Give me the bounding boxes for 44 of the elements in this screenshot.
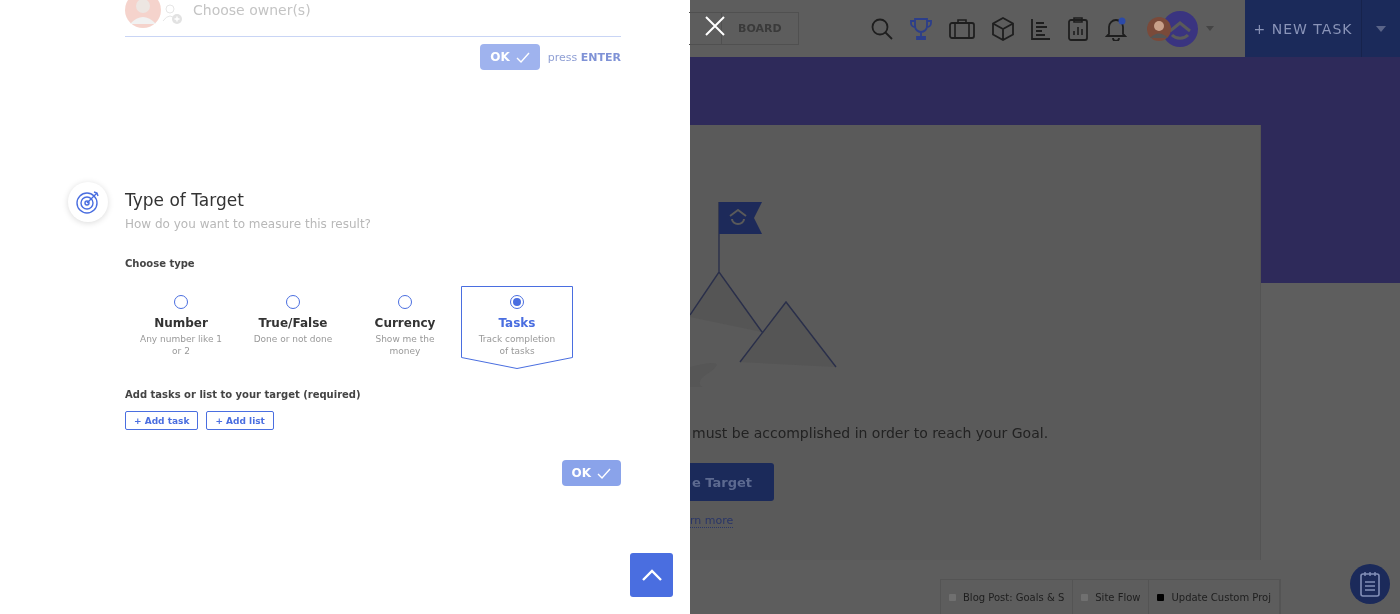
briefcase-icon[interactable] xyxy=(948,18,975,39)
scroll-up-button[interactable] xyxy=(630,553,673,597)
ok-button[interactable]: OK xyxy=(480,44,540,70)
radio-button[interactable] xyxy=(286,295,300,309)
choose-type-label: Choose type xyxy=(125,258,196,269)
add-tasks-label: Add tasks or list to your target (required) xyxy=(125,389,362,400)
bar-chart-icon[interactable] xyxy=(1030,17,1051,40)
task-tab-label: Blog Post: Goals & S xyxy=(963,591,1065,603)
selected-type-option[interactable]: Tasks Track completion of tasks xyxy=(461,286,573,370)
caret-icon[interactable] xyxy=(1205,26,1214,31)
close-icon[interactable] xyxy=(705,16,725,36)
caret-icon xyxy=(1376,25,1386,32)
task-tab-label: Site Flow xyxy=(1095,591,1141,603)
cube-icon[interactable] xyxy=(991,16,1014,41)
create-target-button[interactable]: e Target xyxy=(690,463,775,501)
check-icon xyxy=(597,467,611,479)
task-tab[interactable]: Site Flow xyxy=(1073,580,1150,614)
ok-button[interactable]: OK xyxy=(561,460,621,486)
type-option[interactable]: Currency Show me the money xyxy=(349,286,461,370)
owner-field[interactable]: Choose owner(s) xyxy=(191,1,621,19)
view-tab[interactable] xyxy=(689,12,721,45)
clipboard-chart-icon[interactable] xyxy=(1067,16,1088,41)
radio-button[interactable] xyxy=(174,295,188,309)
add-task-button[interactable]: + Add task xyxy=(125,411,199,430)
task-tab-label: Update Custom Proj xyxy=(1171,591,1271,603)
trophy-icon[interactable] xyxy=(909,16,932,41)
notepad-icon xyxy=(1360,571,1380,597)
check-icon xyxy=(515,51,530,63)
type-option[interactable]: True/False Done or not done xyxy=(237,286,349,370)
notepad-button[interactable] xyxy=(1350,564,1390,604)
enter-hint: press ENTER xyxy=(547,50,621,64)
new-task-button[interactable]: + NEW TASK xyxy=(1245,0,1361,57)
search-icon[interactable] xyxy=(870,17,893,40)
chevron-up-icon xyxy=(640,568,663,582)
add-list-button[interactable]: + Add list xyxy=(206,411,274,430)
section-subtitle: How do you want to measure this result? xyxy=(125,217,372,231)
avatar xyxy=(125,0,161,28)
radio-button[interactable] xyxy=(398,295,412,309)
type-option[interactable]: Number Any number like 1 or 2 xyxy=(125,286,237,370)
task-tab[interactable]: Update Custom Proj xyxy=(1149,580,1280,614)
bell-icon[interactable] xyxy=(1104,16,1127,41)
task-tab[interactable]: Blog Post: Goals & S xyxy=(941,580,1074,614)
goal-description: must be accomplished in order to reach your Goal. xyxy=(692,425,1049,441)
section-title: Type of Target xyxy=(125,190,245,210)
